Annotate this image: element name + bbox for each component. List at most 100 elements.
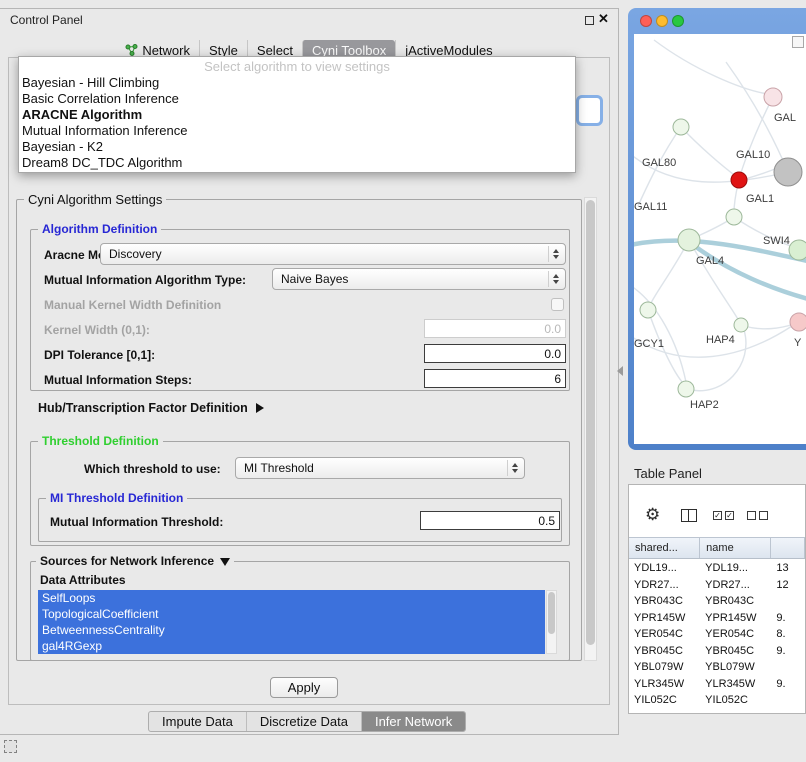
minimize-traffic-light[interactable] xyxy=(656,15,668,27)
network-node[interactable] xyxy=(790,313,806,331)
which-threshold-combo[interactable]: MI Threshold xyxy=(235,457,525,479)
cell-value: 13 xyxy=(771,560,805,577)
network-node[interactable] xyxy=(673,119,689,135)
apply-button[interactable]: Apply xyxy=(270,677,338,698)
select-all-columns-icon[interactable]: ✓ ✓ xyxy=(713,511,734,520)
node-label: GAL80 xyxy=(642,157,676,169)
column-header-cut[interactable] xyxy=(771,538,805,558)
scrollbar-corner-box[interactable] xyxy=(792,36,804,48)
table-header-row: shared... name xyxy=(629,537,805,559)
node-label: GAL1 xyxy=(746,193,774,205)
node-label: GAL11 xyxy=(634,201,667,213)
list-item-gal4rgexp[interactable]: gal4RGexp xyxy=(38,638,545,654)
table-row[interactable]: YBR043C YBR043C xyxy=(629,593,805,610)
algorithm-combo-focus-ring[interactable] xyxy=(576,95,603,126)
checked-box-icon: ✓ xyxy=(713,511,722,520)
attribute-list-scrollbar[interactable] xyxy=(546,590,557,654)
cell-value: 9. xyxy=(771,643,805,660)
node-label: GCY1 xyxy=(634,338,664,350)
mi-threshold-group-title: MI Threshold Definition xyxy=(46,491,187,505)
columns-icon[interactable] xyxy=(681,509,697,522)
column-header-shared-name[interactable]: shared... xyxy=(629,538,700,558)
column-header-name[interactable]: name xyxy=(700,538,771,558)
settings-scrollbar-thumb[interactable] xyxy=(586,200,595,645)
table-row[interactable]: YIL052C YIL052C xyxy=(629,692,805,709)
cell-value xyxy=(771,692,805,709)
cell-shared-name: YPR145W xyxy=(629,610,700,627)
tab-impute-data[interactable]: Impute Data xyxy=(149,712,246,731)
table-row[interactable]: YDR27... YDR27... 12 xyxy=(629,577,805,594)
popup-hint: Select algorithm to view settings xyxy=(19,59,575,75)
table-row[interactable]: YPR145W YPR145W 9. xyxy=(629,610,805,627)
cell-value xyxy=(771,659,805,676)
float-panel-icon[interactable] xyxy=(585,16,594,25)
close-icon[interactable]: ✕ xyxy=(598,11,609,27)
cell-value: 12 xyxy=(771,577,805,594)
table-row[interactable]: YBL079W YBL079W xyxy=(629,659,805,676)
network-graph[interactable]: GAL GAL80 GAL10 GAL11 GAL1 SWI4 GAL4 GCY… xyxy=(634,34,806,444)
mi-threshold-label: Mutual Information Threshold: xyxy=(50,515,223,529)
network-node[interactable] xyxy=(726,209,742,225)
collapse-arrow-icon[interactable] xyxy=(220,558,230,566)
menu-item-bayesian-hill-climbing[interactable]: Bayesian - Hill Climbing xyxy=(19,75,575,91)
mi-steps-field[interactable] xyxy=(424,369,566,388)
hub-section-toggle[interactable]: Hub/Transcription Factor Definition xyxy=(38,401,264,415)
table-row[interactable]: YBR045C YBR045C 9. xyxy=(629,643,805,660)
network-node[interactable] xyxy=(640,302,656,318)
combo-arrows-icon xyxy=(548,271,563,287)
network-node[interactable] xyxy=(789,240,806,260)
cell-name: YDR27... xyxy=(700,577,771,594)
unchecked-box-icon xyxy=(759,511,768,520)
network-node-selected-red[interactable] xyxy=(731,172,747,188)
node-label: SWI4 xyxy=(763,235,790,247)
mi-steps-label: Mutual Information Steps: xyxy=(44,373,192,387)
minimized-panel-icon[interactable] xyxy=(4,740,17,753)
menu-item-basic-correlation[interactable]: Basic Correlation Inference xyxy=(19,91,575,107)
close-traffic-light[interactable] xyxy=(640,15,652,27)
table-row[interactable]: YLR345W YLR345W 9. xyxy=(629,676,805,693)
dpi-tolerance-field[interactable] xyxy=(424,344,566,363)
list-item-selfloops[interactable]: SelfLoops xyxy=(38,590,545,606)
network-view-window: GAL GAL80 GAL10 GAL11 GAL1 SWI4 GAL4 GCY… xyxy=(628,8,806,450)
settings-scrollbar[interactable] xyxy=(584,197,597,661)
expand-arrow-icon[interactable] xyxy=(256,403,264,413)
network-canvas[interactable]: GAL GAL80 GAL10 GAL11 GAL1 SWI4 GAL4 GCY… xyxy=(634,34,806,444)
menu-item-mutual-information[interactable]: Mutual Information Inference xyxy=(19,123,575,139)
kernel-width-field[interactable] xyxy=(424,319,566,338)
network-node[interactable] xyxy=(774,158,802,186)
mi-threshold-field[interactable] xyxy=(420,511,560,530)
manual-kernel-checkbox[interactable] xyxy=(551,298,564,311)
attribute-list-scrollbar-thumb[interactable] xyxy=(548,592,555,634)
tab-infer-network[interactable]: Infer Network xyxy=(361,712,465,731)
data-attributes-label: Data Attributes xyxy=(40,573,126,587)
aracne-mode-combo[interactable]: Discovery xyxy=(100,243,566,265)
cell-value: 9. xyxy=(771,676,805,693)
cell-shared-name: YDR27... xyxy=(629,577,700,594)
deselect-all-columns-icon[interactable] xyxy=(747,511,768,520)
mi-type-combo[interactable]: Naive Bayes xyxy=(272,268,566,290)
gear-icon[interactable]: ⚙ xyxy=(645,506,660,523)
list-item-topologicalcoefficient[interactable]: TopologicalCoefficient xyxy=(38,606,545,622)
zoom-traffic-light[interactable] xyxy=(672,15,684,27)
settings-group-title: Cyni Algorithm Settings xyxy=(24,192,166,207)
table-row[interactable]: YDL19... YDL19... 13 xyxy=(629,560,805,577)
aracne-mode-value: Discovery xyxy=(109,247,162,261)
menu-item-bayesian-k2[interactable]: Bayesian - K2 xyxy=(19,139,575,155)
network-node[interactable] xyxy=(764,88,782,106)
algorithm-definition-title: Algorithm Definition xyxy=(38,222,161,236)
mi-type-value: Naive Bayes xyxy=(281,272,348,286)
table-row[interactable]: YER054C YER054C 8. xyxy=(629,626,805,643)
menu-item-aracne[interactable]: ARACNE Algorithm xyxy=(19,107,575,123)
network-node[interactable] xyxy=(678,229,700,251)
network-node-labels: GAL GAL80 GAL10 GAL11 GAL1 SWI4 GAL4 GCY… xyxy=(634,112,802,411)
cell-shared-name: YBR043C xyxy=(629,593,700,610)
list-item-betweennesscentrality[interactable]: BetweennessCentrality xyxy=(38,622,545,638)
which-threshold-label: Which threshold to use: xyxy=(84,462,221,476)
menu-item-dream8[interactable]: Dream8 DC_TDC Algorithm xyxy=(19,155,575,171)
network-node[interactable] xyxy=(678,381,694,397)
cell-shared-name: YLR345W xyxy=(629,676,700,693)
sources-toggle[interactable]: Sources for Network Inference xyxy=(36,554,234,568)
network-node[interactable] xyxy=(734,318,748,332)
tab-discretize-data[interactable]: Discretize Data xyxy=(246,712,361,731)
splitter-collapse-arrow[interactable] xyxy=(617,366,623,376)
